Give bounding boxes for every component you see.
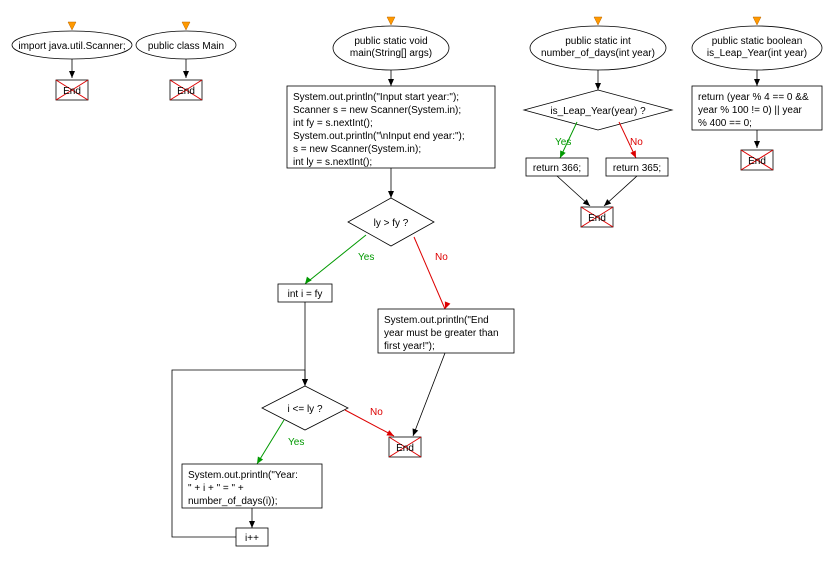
yes-label-1: Yes: [358, 252, 374, 263]
error-box: System.out.println("End year must be gre…: [378, 309, 514, 353]
inc-box: i++: [236, 528, 268, 546]
print-l3: number_of_days(i));: [188, 496, 277, 507]
error-l2: year must be greater than: [384, 328, 499, 339]
return-366-label: return 366;: [533, 163, 581, 174]
end-label-ily: End: [748, 156, 766, 167]
yes-label-2: Yes: [288, 437, 304, 448]
entry-main-label-2: main(String[] args): [350, 48, 432, 59]
end-label-2: End: [177, 86, 195, 97]
return-366-box: return 366;: [526, 158, 588, 176]
main-body-l1: System.out.println("Input start year:");: [293, 92, 459, 103]
entry-number-of-days: public static int number_of_days(int yea…: [530, 17, 666, 70]
end-label-nod: End: [588, 213, 606, 224]
print-box: System.out.println("Year: " + i + " = " …: [182, 464, 322, 508]
decision-is-leap: is_Leap_Year(year) ?: [524, 90, 672, 130]
return-365-box: return 365;: [606, 158, 668, 176]
end-ily: End: [741, 150, 773, 170]
entry-class-label: public class Main: [148, 41, 224, 52]
print-l1: System.out.println("Year:: [188, 470, 298, 481]
error-l1: System.out.println("End: [384, 315, 489, 326]
return-365-label: return 365;: [613, 163, 661, 174]
main-body-l4: System.out.println("\nInput end year:");: [293, 131, 465, 142]
leap-return-l2: year % 100 != 0) || year: [698, 105, 803, 116]
entry-class: public class Main End: [136, 22, 236, 100]
no-label-2: No: [370, 407, 383, 418]
entry-ily-l1: public static boolean: [712, 36, 803, 47]
decision-i-le-ly: i <= ly ?: [262, 386, 348, 430]
print-l2: " + i + " = " +: [188, 483, 244, 494]
main-body-l5: s = new Scanner(System.in);: [293, 144, 421, 155]
leap-return-l1: return (year % 4 == 0 &&: [698, 92, 809, 103]
entry-nod-l2: number_of_days(int year): [541, 48, 655, 59]
init-i-label: int i = fy: [288, 289, 323, 300]
main-body-l2: Scanner s = new Scanner(System.in);: [293, 105, 461, 116]
error-l3: first year!");: [384, 341, 435, 352]
inc-label: i++: [245, 533, 259, 544]
entry-nod-l1: public static int: [565, 36, 631, 47]
end-nod: End: [581, 207, 613, 227]
yes-label-3: Yes: [555, 137, 571, 148]
decision-i-le-ly-label: i <= ly ?: [287, 404, 322, 415]
main-body-box: System.out.println("Input start year:");…: [287, 86, 495, 168]
leap-return-l3: % 400 == 0;: [698, 118, 752, 129]
main-body-l6: int ly = s.nextInt();: [293, 157, 372, 168]
decision-is-leap-label: is_Leap_Year(year) ?: [550, 106, 646, 117]
entry-is-leap-year: public static boolean is_Leap_Year(int y…: [692, 17, 822, 70]
end-main: End: [389, 437, 421, 457]
no-label-3: No: [630, 137, 643, 148]
init-i-box: int i = fy: [278, 284, 332, 302]
decision-ly-gt-fy-label: ly > fy ?: [374, 218, 409, 229]
main-body-l3: int fy = s.nextInt();: [293, 118, 373, 129]
no-label-1: No: [435, 252, 448, 263]
entry-main: public static void main(String[] args): [333, 17, 449, 70]
leap-return-box: return (year % 4 == 0 && year % 100 != 0…: [692, 86, 822, 130]
flowchart-canvas: import java.util.Scanner; End public cla…: [0, 0, 831, 574]
entry-main-label-1: public static void: [354, 36, 427, 47]
end-label-main: End: [396, 443, 414, 454]
entry-import: import java.util.Scanner; End: [12, 22, 132, 100]
end-label-1: End: [63, 86, 81, 97]
entry-import-label: import java.util.Scanner;: [18, 41, 125, 52]
entry-ily-l2: is_Leap_Year(int year): [707, 48, 807, 59]
